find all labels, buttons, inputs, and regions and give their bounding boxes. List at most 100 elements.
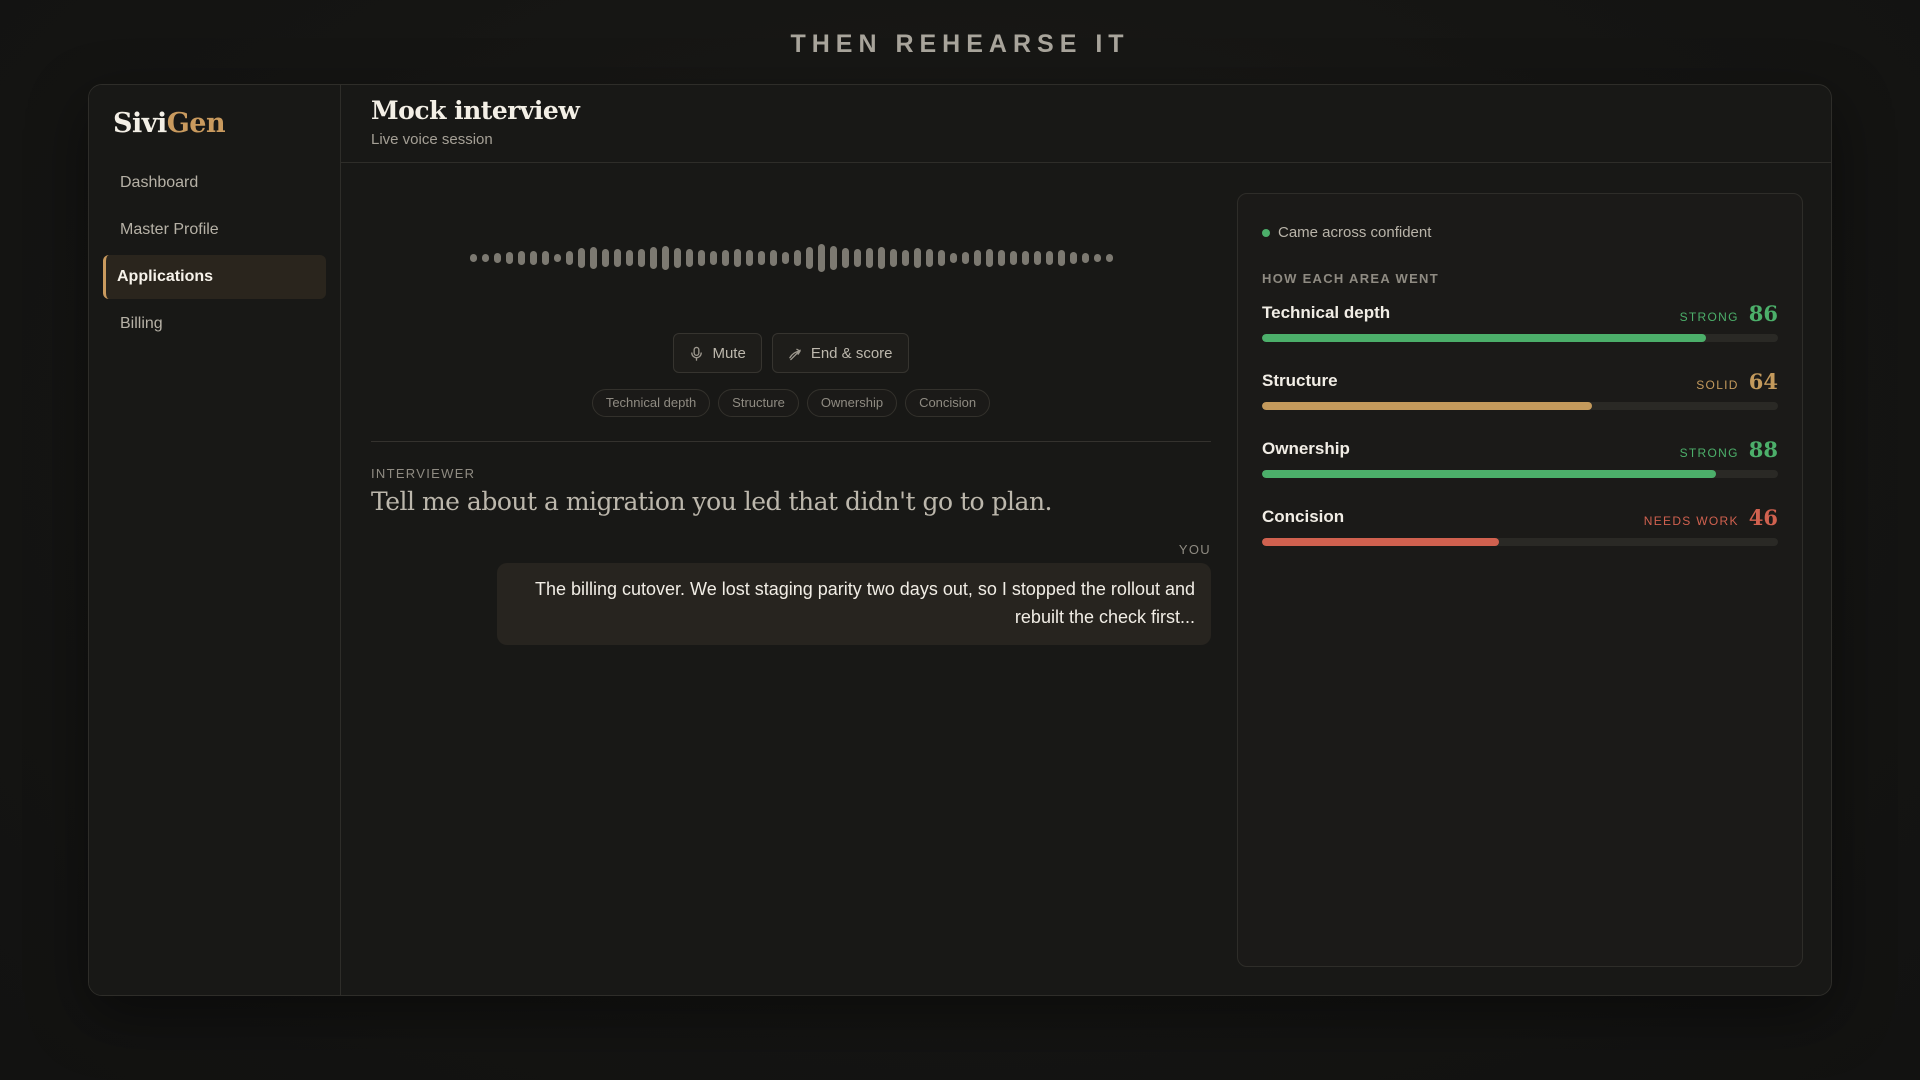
waveform-bar xyxy=(517,251,525,265)
metric-ownership: Ownership STRONG 88 xyxy=(1262,436,1778,478)
voice-session-panel: Mute End & score Technical depth Structu… xyxy=(371,193,1211,967)
chip-technical-depth[interactable]: Technical depth xyxy=(591,389,711,417)
app-window: SiviGen Dashboard Master Profile Applica… xyxy=(88,84,1832,996)
sidebar-nav: Dashboard Master Profile Applications Bi… xyxy=(103,161,326,346)
metric-tag: SOLID xyxy=(1696,377,1739,392)
metric-tag: STRONG xyxy=(1679,309,1739,324)
brand-name-part1: Sivi xyxy=(113,108,167,139)
chip-concision[interactable]: Concision xyxy=(905,389,991,417)
you-label: YOU xyxy=(1178,542,1211,557)
waveform-bar xyxy=(1045,251,1053,265)
metric-bar-fill xyxy=(1262,470,1717,478)
waveform-bar xyxy=(709,251,717,265)
waveform-bar xyxy=(529,251,537,265)
waveform-bar xyxy=(841,248,849,268)
waveform-bar xyxy=(637,249,645,267)
metric-name: Concision xyxy=(1262,507,1345,526)
metric-score: 64 xyxy=(1748,368,1778,394)
mute-button-label: Mute xyxy=(712,344,746,362)
waveform-bar xyxy=(973,250,981,266)
waveform-bar xyxy=(1081,253,1089,263)
waveform-bar xyxy=(757,251,765,265)
page-header: Mock interview Live voice session xyxy=(341,85,1831,163)
waveform-bar xyxy=(625,250,633,266)
metric-bar-track xyxy=(1262,538,1778,546)
session-content: Mute End & score Technical depth Structu… xyxy=(341,163,1831,995)
waveform-bar xyxy=(937,250,945,266)
sidebar: SiviGen Dashboard Master Profile Applica… xyxy=(89,85,341,995)
transcript-divider xyxy=(371,441,1211,442)
waveform-bar xyxy=(829,246,837,270)
waveform-bar xyxy=(721,250,729,266)
section-headline: THEN REHEARSE IT xyxy=(790,30,1130,58)
waveform-bar xyxy=(1021,251,1029,265)
metric-name: Structure xyxy=(1262,371,1338,390)
waveform-bar xyxy=(1009,251,1017,265)
waveform-bar xyxy=(661,246,669,270)
page-subtitle: Live voice session xyxy=(371,131,493,148)
sidebar-item-master-profile[interactable]: Master Profile xyxy=(103,208,326,252)
feedback-panel: Came across confident HOW EACH AREA WENT… xyxy=(1237,193,1803,967)
sidebar-item-applications[interactable]: Applications xyxy=(103,255,326,299)
waveform-bar xyxy=(553,254,561,262)
waveform-bar xyxy=(685,249,693,267)
metric-structure: Structure SOLID 64 xyxy=(1262,368,1778,410)
chip-ownership[interactable]: Ownership xyxy=(806,389,898,417)
end-and-score-label: End & score xyxy=(810,344,893,362)
mute-button[interactable]: Mute xyxy=(673,333,762,373)
brand-name-part2: Gen xyxy=(166,108,226,139)
metric-tag: STRONG xyxy=(1679,445,1739,460)
metric-name: Technical depth xyxy=(1262,303,1391,322)
metric-tag: NEEDS WORK xyxy=(1643,513,1739,528)
waveform-bar xyxy=(505,252,513,264)
metric-bar-track xyxy=(1262,402,1778,410)
metric-bar-fill xyxy=(1262,402,1593,410)
sidebar-item-dashboard[interactable]: Dashboard xyxy=(103,161,326,205)
end-and-score-button[interactable]: End & score xyxy=(771,333,909,373)
waveform-bar xyxy=(541,251,549,265)
waveform-bar xyxy=(697,250,705,266)
chip-structure[interactable]: Structure xyxy=(718,389,799,417)
waveform-bar xyxy=(733,249,741,267)
metric-bar-track xyxy=(1262,334,1778,342)
waveform-bar xyxy=(469,254,477,262)
waveform-bar xyxy=(889,249,897,267)
metric-concision: Concision NEEDS WORK 46 xyxy=(1262,504,1778,546)
waveform-bar xyxy=(805,247,813,269)
voice-waveform xyxy=(371,213,1211,303)
waveform-bar xyxy=(1105,254,1113,262)
metric-bar-fill xyxy=(1262,334,1706,342)
waveform-bar xyxy=(985,249,993,267)
waveform-bar xyxy=(793,250,801,266)
waveform-bar xyxy=(961,252,969,264)
waveform-bar xyxy=(781,252,789,264)
waveform-bar xyxy=(1057,250,1065,266)
metric-score: 88 xyxy=(1748,436,1778,462)
waveform-bar xyxy=(817,244,825,272)
metric-score: 86 xyxy=(1748,300,1778,326)
waveform-bar xyxy=(853,249,861,267)
waveform-bar xyxy=(481,254,489,262)
waveform-bar xyxy=(673,248,681,268)
waveform-bar xyxy=(865,248,873,268)
waveform-bar xyxy=(649,247,657,269)
sidebar-item-billing[interactable]: Billing xyxy=(103,302,326,346)
waveform-bar xyxy=(1033,251,1041,265)
focus-area-chips: Technical depth Structure Ownership Conc… xyxy=(371,389,1211,417)
waveform-bar xyxy=(1093,254,1101,262)
waveform-bar xyxy=(493,253,501,263)
waveform-bar xyxy=(745,250,753,266)
waveform-bar xyxy=(901,250,909,266)
metric-bar-fill xyxy=(1262,538,1500,546)
brand-logo[interactable]: SiviGen xyxy=(103,105,326,143)
confidence-status-text: Came across confident xyxy=(1278,224,1432,241)
waveform-bar xyxy=(769,250,777,266)
user-answer-bubble: The billing cutover. We lost staging par… xyxy=(497,563,1211,645)
waveform-bar xyxy=(565,251,573,265)
waveform-bar xyxy=(997,250,1005,266)
microphone-icon xyxy=(691,346,703,361)
area-section-label: HOW EACH AREA WENT xyxy=(1262,271,1439,286)
session-controls: Mute End & score xyxy=(371,333,1211,373)
waveform-bar xyxy=(589,247,597,269)
waveform-bar xyxy=(877,247,885,269)
